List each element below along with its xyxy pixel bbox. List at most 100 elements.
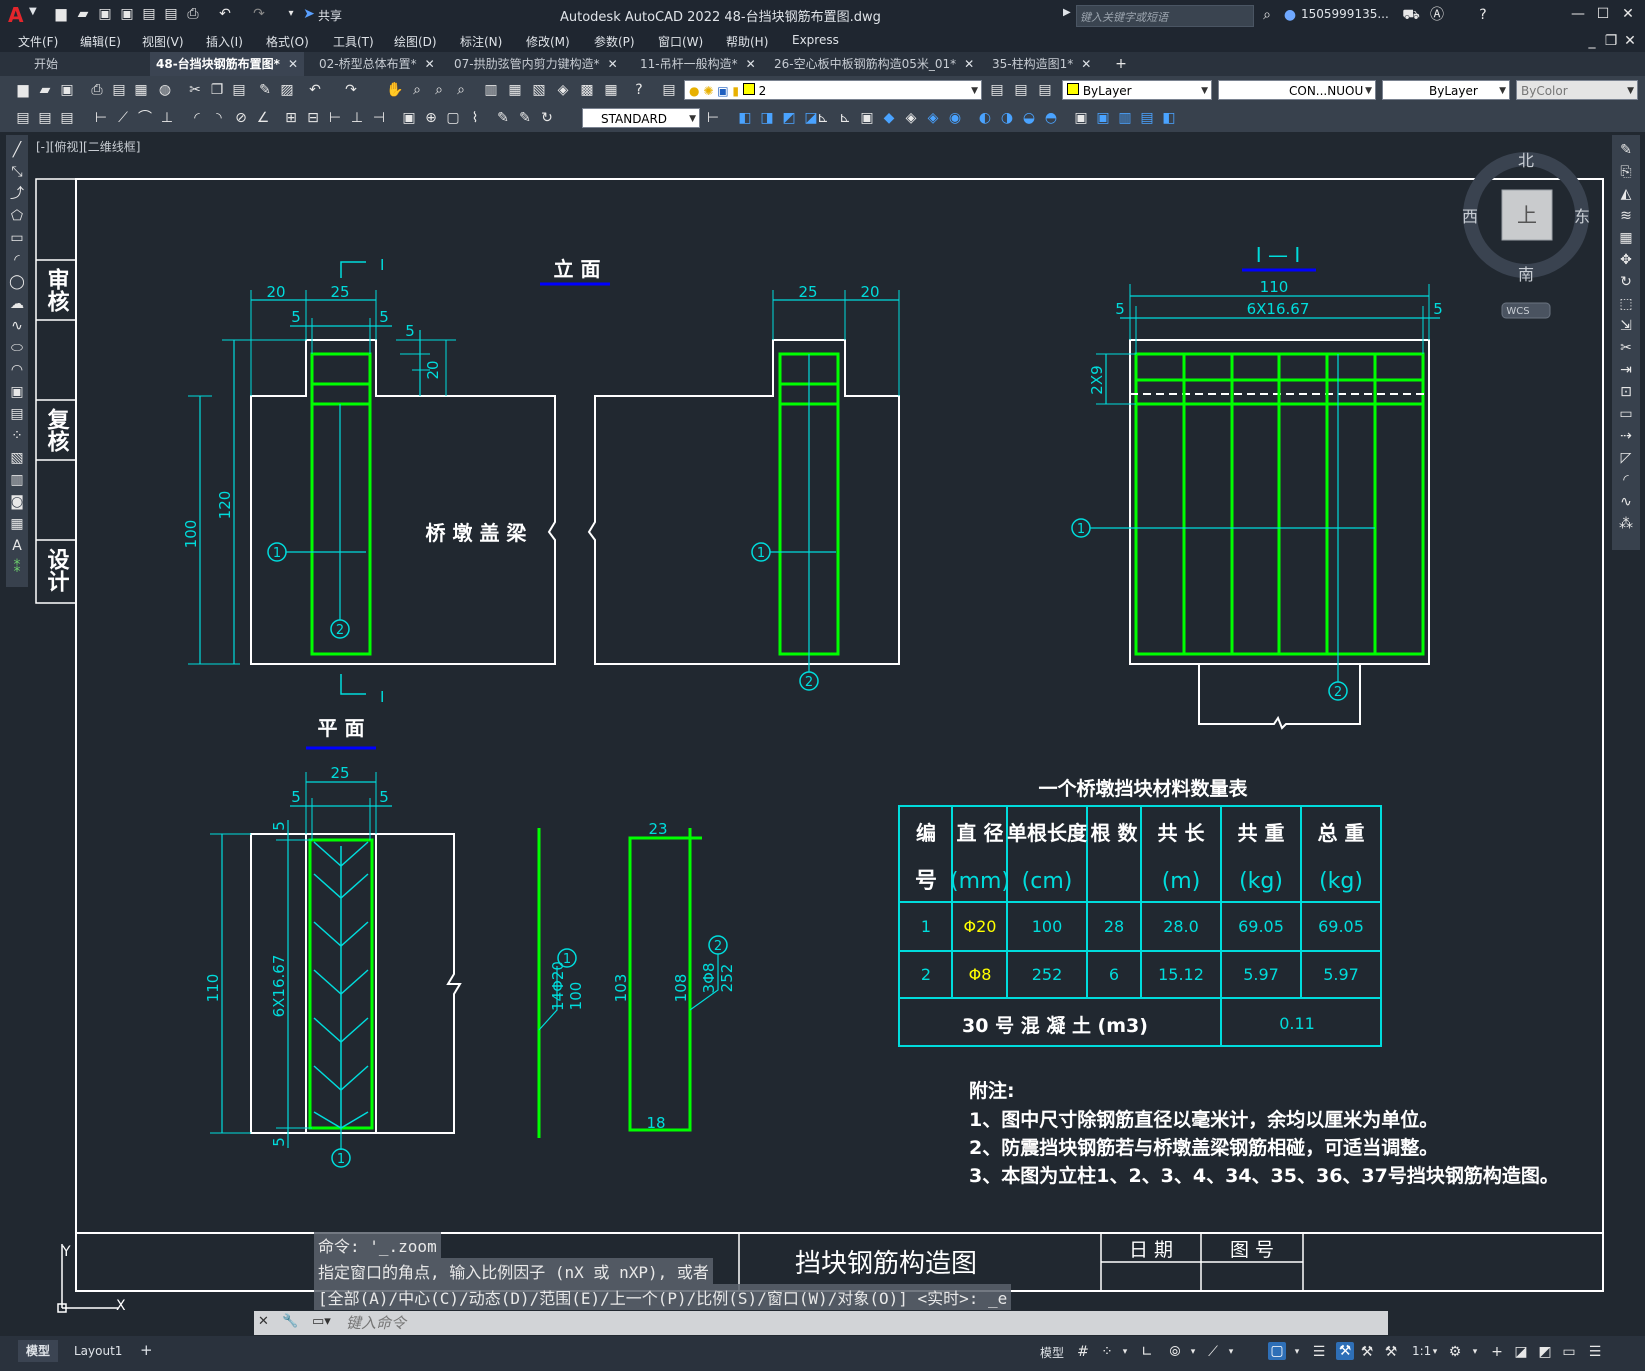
snap-icon[interactable]: ⁘ [1098,1343,1116,1361]
table-icon[interactable]: ▦ [8,515,26,533]
header-bottom: (cm) [1022,869,1073,894]
scale-icon[interactable]: ⬚ [1617,295,1635,313]
dim-text: 25 [330,764,349,782]
copy-object-icon[interactable]: ⎘ [1617,163,1635,181]
break-point-icon[interactable]: ⊡ [1617,383,1635,401]
dim-text: 108 [672,974,690,1003]
table-cell: 6 [1109,965,1119,984]
rectangle-icon[interactable]: ▭ [8,229,26,247]
auto-scale-icon[interactable]: ⚒ [1358,1343,1376,1361]
section-mark-label: I [380,688,384,706]
dim-text: 120 [216,491,234,520]
add-selected-icon[interactable]: ⁑ [8,559,26,577]
command-input[interactable] [344,1312,1378,1334]
section-mark-bottom [340,674,366,695]
stretch-icon[interactable]: ⇲ [1617,317,1635,335]
extend-icon[interactable]: ⇥ [1617,361,1635,379]
gradient-icon[interactable]: ▥ [8,471,26,489]
table-cell: 2 [921,965,931,984]
section-mark-label: I [380,256,384,274]
spline-icon[interactable]: ∿ [8,317,26,335]
dim-text: 6X16.67 [270,955,288,1018]
polyline-icon[interactable]: ⤴ [8,185,26,203]
tab-layout1[interactable]: Layout1 [68,1340,128,1362]
tab-model[interactable]: 模型 [18,1340,59,1362]
plus-icon[interactable]: + [1488,1343,1506,1361]
line-icon[interactable]: ╱ [8,141,26,159]
status-bar: 模型 Layout1 + 模型 # ⁘ ▾ ∟ ⦾ ▾ ⟋ ▾ ▢ ▾ ☰ ⚒ … [0,1336,1645,1371]
viewcube-north[interactable]: 北 [1518,151,1534,170]
isodraft-icon[interactable]: ⟋ [1204,1343,1222,1361]
isodraft-dropdown-icon[interactable]: ▾ [1222,1343,1240,1361]
polygon-icon[interactable]: ⬠ [8,207,26,225]
polar-dropdown-icon[interactable]: ▾ [1184,1343,1202,1361]
model-space-button[interactable]: 模型 [1040,1344,1064,1361]
viewcube-east[interactable]: 东 [1574,207,1590,226]
workspace-icon[interactable]: ⚙ [1446,1343,1464,1361]
scale-dropdown-icon[interactable]: ▾ [1426,1343,1444,1361]
polar-icon[interactable]: ⦾ [1166,1343,1184,1361]
header-top: 总 重 [1318,821,1365,845]
annotation-visibility-icon[interactable]: ⚒ [1336,1342,1354,1360]
section-mark-top [340,261,366,278]
annotation-scale-icon[interactable]: ⚒ [1382,1343,1400,1361]
snap-dropdown-icon[interactable]: ▾ [1116,1343,1134,1361]
rebar-marker-text: 2 [336,623,344,638]
table-cell: 15.12 [1158,965,1204,984]
move-icon[interactable]: ✥ [1617,251,1635,269]
lineweight-icon[interactable]: ☰ [1310,1343,1328,1361]
elevation-title: 立 面 [554,257,601,281]
hatch-icon[interactable]: ▧ [8,449,26,467]
add-layout-icon[interactable]: + [140,1341,153,1359]
header-bottom: 号 [915,869,937,894]
customize-icon[interactable]: 🔧 [282,1314,298,1329]
offset-icon[interactable]: ≋ [1617,207,1635,225]
ortho-icon[interactable]: ∟ [1138,1343,1156,1361]
note-line: 2、防震挡块钢筋若与桥墩盖梁钢筋相碰，可适当调整。 [969,1136,1438,1159]
ellipse-icon[interactable]: ⬭ [8,339,26,357]
header-bottom: (mm) [950,869,1010,894]
clean-screen-icon[interactable]: ▭ [1560,1343,1578,1361]
fillet-icon[interactable]: ◜ [1617,471,1635,489]
trim-icon[interactable]: ✂ [1617,339,1635,357]
isolate-icon[interactable]: ◪ [1512,1343,1530,1361]
command-prompt-icon[interactable]: ▭▾ [312,1314,331,1329]
mirror-icon[interactable]: ◭ [1617,185,1635,203]
point-icon[interactable]: ⁘ [8,427,26,445]
blend-icon[interactable]: ∿ [1617,493,1635,511]
revision-cloud-icon[interactable]: ☁ [8,295,26,313]
join-icon[interactable]: ⇢ [1617,427,1635,445]
explode-icon[interactable]: ⁂ [1617,515,1635,533]
close-command-icon[interactable]: ✕ [258,1314,269,1329]
note-line: 3、本图为立柱1、2、3、4、34、35、36、37号挡块钢筋构造图。 [969,1164,1559,1187]
tab-label: 模型 [26,1344,51,1358]
rotate-icon[interactable]: ↻ [1617,273,1635,291]
ellipse-arc-icon[interactable]: ◠ [8,361,26,379]
table-cell: 28.0 [1163,917,1199,936]
circle-icon[interactable]: ◯ [8,273,26,291]
erase-icon[interactable]: ✎ [1617,141,1635,159]
insert-block-icon[interactable]: ▣ [8,383,26,401]
customization-icon[interactable]: ☰ [1586,1343,1604,1361]
mtext-icon[interactable]: A [8,537,26,555]
grid-icon[interactable]: # [1074,1343,1092,1361]
modify-toolbar: ✎ ⎘ ◭ ≋ ▦ ✥ ↻ ⬚ ⇲ ✂ ⇥ ⊡ ▭ ⇢ ◸ ◜ ∿ ⁂ [1612,135,1640,550]
osnap-dropdown-icon[interactable]: ▾ [1288,1343,1306,1361]
make-block-icon[interactable]: ▤ [8,405,26,423]
tab-label: Layout1 [74,1344,123,1358]
array-icon[interactable]: ▦ [1617,229,1635,247]
construction-line-icon[interactable]: ⤡ [8,163,26,181]
workspace-dropdown-icon[interactable]: ▾ [1466,1343,1484,1361]
hardware-accel-icon[interactable]: ◩ [1536,1343,1554,1361]
break-icon[interactable]: ▭ [1617,405,1635,423]
region-icon[interactable]: ◙ [8,493,26,511]
rebar-marker-text: 2 [714,939,722,954]
chamfer-icon[interactable]: ◸ [1617,449,1635,467]
viewcube-west[interactable]: 西 [1462,207,1478,226]
dim-text: 3Φ8 [700,963,718,994]
table-cell: 5.97 [1243,965,1279,984]
table-cell: 5.97 [1323,965,1359,984]
arc-icon[interactable]: ◜ [8,251,26,269]
viewcube-south[interactable]: 南 [1518,265,1534,284]
osnap-icon[interactable]: ▢ [1268,1342,1286,1360]
